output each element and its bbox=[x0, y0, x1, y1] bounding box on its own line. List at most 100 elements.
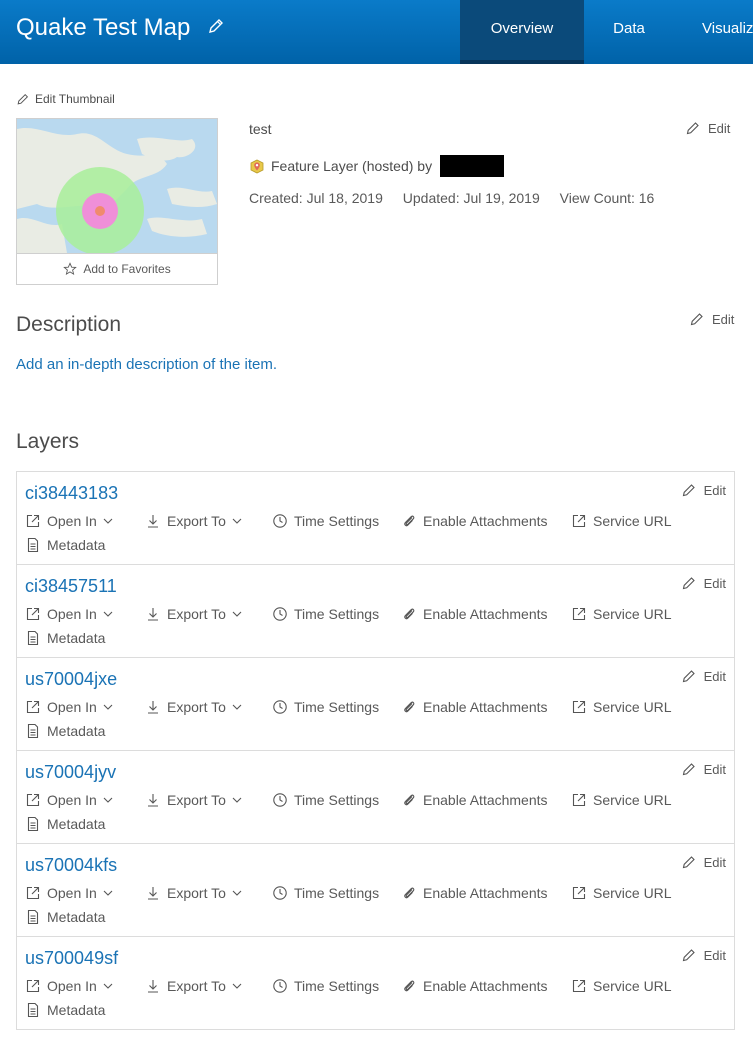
export-to-label: Export To bbox=[167, 606, 226, 622]
chevron-down-icon bbox=[232, 704, 242, 710]
external-link-icon bbox=[26, 700, 40, 714]
layer-edit-label: Edit bbox=[703, 482, 726, 498]
metadata-button[interactable]: Metadata bbox=[25, 816, 105, 832]
external-link-icon bbox=[572, 514, 586, 528]
document-icon bbox=[27, 909, 39, 925]
thumbnail-image[interactable] bbox=[17, 119, 217, 253]
open-in-dropdown[interactable]: Open In bbox=[25, 885, 113, 901]
star-icon bbox=[63, 262, 78, 275]
export-to-dropdown[interactable]: Export To bbox=[145, 885, 242, 901]
metadata-label: Metadata bbox=[47, 816, 106, 832]
metadata-button[interactable]: Metadata bbox=[25, 537, 105, 553]
metadata-button[interactable]: Metadata bbox=[25, 1002, 105, 1018]
redacted-owner bbox=[440, 155, 505, 177]
clock-icon bbox=[273, 514, 287, 528]
open-in-dropdown[interactable]: Open In bbox=[25, 792, 113, 808]
layer-edit-button[interactable]: Edit bbox=[681, 854, 726, 870]
enable-attachments-button[interactable]: Enable Attachments bbox=[401, 792, 548, 808]
metadata-button[interactable]: Metadata bbox=[25, 909, 105, 925]
layer-edit-button[interactable]: Edit bbox=[681, 482, 726, 498]
edit-thumbnail-link[interactable]: Edit Thumbnail bbox=[16, 92, 115, 106]
metadata-button[interactable]: Metadata bbox=[25, 723, 105, 739]
external-link-icon bbox=[572, 979, 586, 993]
time-settings-button[interactable]: Time Settings bbox=[272, 606, 379, 622]
layer-edit-button[interactable]: Edit bbox=[681, 947, 726, 963]
export-to-dropdown[interactable]: Export To bbox=[145, 792, 242, 808]
metadata-label: Metadata bbox=[47, 723, 106, 739]
service-url-button[interactable]: Service URL bbox=[571, 606, 672, 622]
description-edit-button[interactable]: Edit bbox=[689, 311, 734, 327]
document-icon bbox=[27, 816, 39, 832]
export-to-dropdown[interactable]: Export To bbox=[145, 606, 242, 622]
metadata-button[interactable]: Metadata bbox=[25, 630, 105, 646]
open-in-label: Open In bbox=[47, 606, 97, 622]
time-settings-button[interactable]: Time Settings bbox=[272, 699, 379, 715]
export-to-label: Export To bbox=[167, 885, 226, 901]
export-to-label: Export To bbox=[167, 699, 226, 715]
layer-name-link[interactable]: us70004jxe bbox=[25, 669, 117, 690]
view-count: View Count: 16 bbox=[559, 190, 655, 206]
service-url-label: Service URL bbox=[593, 885, 672, 901]
tab-overview[interactable]: Overview bbox=[460, 0, 584, 64]
layer-edit-button[interactable]: Edit bbox=[681, 575, 726, 591]
chevron-down-icon bbox=[103, 797, 113, 803]
layers-list: ci38443183 Edit Open In Export To Time S… bbox=[16, 471, 735, 1030]
service-url-button[interactable]: Service URL bbox=[571, 699, 672, 715]
layer-edit-button[interactable]: Edit bbox=[681, 761, 726, 777]
layer-name-link[interactable]: ci38457511 bbox=[25, 576, 117, 597]
add-description-link[interactable]: Add an in-depth description of the item. bbox=[16, 356, 277, 373]
item-type: Feature Layer (hosted) by bbox=[249, 155, 505, 177]
updated-date: Updated: Jul 19, 2019 bbox=[402, 190, 540, 206]
document-icon bbox=[27, 537, 39, 553]
edit-thumbnail-label: Edit Thumbnail bbox=[35, 92, 115, 106]
layer-name-link[interactable]: us700049sf bbox=[25, 948, 118, 969]
time-settings-button[interactable]: Time Settings bbox=[272, 513, 379, 529]
add-to-favorites-button[interactable]: Add to Favorites bbox=[17, 253, 217, 284]
open-in-label: Open In bbox=[47, 699, 97, 715]
tab-visualization[interactable]: Visualiz bbox=[674, 0, 753, 64]
pencil-icon bbox=[686, 122, 699, 135]
enable-attachments-button[interactable]: Enable Attachments bbox=[401, 699, 548, 715]
feature-layer-icon bbox=[250, 159, 264, 174]
layer-edit-label: Edit bbox=[703, 947, 726, 963]
chevron-down-icon bbox=[103, 890, 113, 896]
chevron-down-icon bbox=[103, 518, 113, 524]
clock-icon bbox=[273, 979, 287, 993]
export-to-dropdown[interactable]: Export To bbox=[145, 513, 242, 529]
pencil-icon bbox=[682, 856, 695, 869]
download-icon bbox=[148, 515, 158, 528]
download-icon bbox=[148, 701, 158, 714]
tab-data[interactable]: Data bbox=[584, 0, 674, 64]
service-url-button[interactable]: Service URL bbox=[571, 885, 672, 901]
time-settings-button[interactable]: Time Settings bbox=[272, 792, 379, 808]
enable-attachments-button[interactable]: Enable Attachments bbox=[401, 513, 548, 529]
open-in-dropdown[interactable]: Open In bbox=[25, 978, 113, 994]
time-settings-button[interactable]: Time Settings bbox=[272, 885, 379, 901]
item-edit-button[interactable]: Edit bbox=[685, 120, 730, 136]
layer-name-link[interactable]: ci38443183 bbox=[25, 483, 118, 504]
export-to-dropdown[interactable]: Export To bbox=[145, 699, 242, 715]
open-in-dropdown[interactable]: Open In bbox=[25, 699, 113, 715]
service-url-button[interactable]: Service URL bbox=[571, 978, 672, 994]
layer-edit-label: Edit bbox=[703, 761, 726, 777]
open-in-dropdown[interactable]: Open In bbox=[25, 513, 113, 529]
enable-attachments-button[interactable]: Enable Attachments bbox=[401, 885, 548, 901]
time-settings-button[interactable]: Time Settings bbox=[272, 978, 379, 994]
document-icon bbox=[27, 723, 39, 739]
pencil-icon bbox=[682, 484, 695, 497]
chevron-down-icon bbox=[232, 797, 242, 803]
service-url-button[interactable]: Service URL bbox=[571, 792, 672, 808]
enable-attachments-label: Enable Attachments bbox=[423, 699, 548, 715]
export-to-dropdown[interactable]: Export To bbox=[145, 978, 242, 994]
pencil-icon[interactable] bbox=[206, 16, 226, 36]
enable-attachments-button[interactable]: Enable Attachments bbox=[401, 978, 548, 994]
service-url-button[interactable]: Service URL bbox=[571, 513, 672, 529]
open-in-dropdown[interactable]: Open In bbox=[25, 606, 113, 622]
layer-edit-button[interactable]: Edit bbox=[681, 668, 726, 684]
external-link-icon bbox=[26, 979, 40, 993]
document-icon bbox=[27, 630, 39, 646]
layer-name-link[interactable]: us70004jyv bbox=[25, 762, 116, 783]
metadata-label: Metadata bbox=[47, 537, 106, 553]
layer-name-link[interactable]: us70004kfs bbox=[25, 855, 117, 876]
enable-attachments-button[interactable]: Enable Attachments bbox=[401, 606, 548, 622]
